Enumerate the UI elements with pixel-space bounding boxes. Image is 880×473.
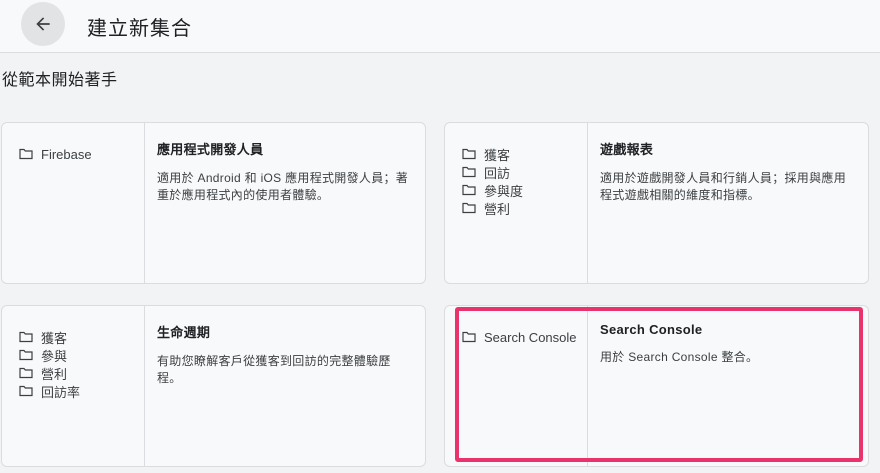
card-dimensions: Firebase: [2, 123, 145, 283]
dimension-label: 獲客: [41, 330, 68, 346]
dimension-item: 回訪: [462, 163, 587, 181]
dimension-label: 回訪率: [41, 384, 81, 400]
folder-icon: [462, 184, 476, 196]
template-card-lifecycle[interactable]: 獲客 參與 營利 回訪率 生命週期 有助您瞭解客戶從獲客到回訪的完整體驗歷程。: [1, 305, 426, 467]
folder-icon: [462, 166, 476, 178]
card-title: 應用程式開發人員: [157, 142, 264, 157]
card-dimensions: 獲客 參與 營利 回訪率: [2, 306, 145, 466]
folder-icon: [462, 148, 476, 160]
dimension-label: 營利: [41, 366, 68, 382]
card-info: 遊戲報表 適用於遊戲開發人員和行銷人員；採用與應用程式遊戲相關的維度和指標。: [588, 123, 868, 283]
dimension-item: 獲客: [462, 145, 587, 163]
dimension-item: 獲客: [19, 328, 144, 346]
app-header: 建立新集合: [0, 0, 880, 53]
folder-icon: [19, 349, 33, 361]
dimension-label: 回訪: [484, 165, 511, 181]
card-title: 遊戲報表: [600, 142, 654, 157]
card-description: 適用於 Android 和 iOS 應用程式開發人員；著重於應用程式內的使用者體…: [157, 171, 409, 202]
card-info: Search Console 用於 Search Console 整合。: [588, 306, 868, 466]
dimension-label: 參與度: [484, 183, 524, 199]
dimension-label: 參與: [41, 348, 68, 364]
template-card-gaming-report[interactable]: 獲客 回訪 參與度 營利 遊戲報表 適用於遊戲開發人員和行銷人員；採用與應用程式…: [444, 122, 869, 284]
card-dimensions: 獲客 回訪 參與度 營利: [445, 123, 588, 283]
card-title: 生命週期: [157, 325, 211, 340]
folder-icon: [19, 148, 33, 160]
arrow-back-icon: [36, 17, 50, 31]
card-info: 應用程式開發人員 適用於 Android 和 iOS 應用程式開發人員；著重於應…: [145, 123, 425, 283]
folder-icon: [19, 331, 33, 343]
template-card-firebase[interactable]: Firebase 應用程式開發人員 適用於 Android 和 iOS 應用程式…: [1, 122, 426, 284]
folder-icon: [19, 385, 33, 397]
dimension-item: 回訪率: [19, 382, 144, 400]
back-button[interactable]: [21, 2, 65, 46]
card-dimensions: Search Console: [445, 306, 588, 466]
dimension-label: 營利: [484, 201, 511, 217]
dimension-item: 營利: [462, 199, 587, 217]
card-description: 用於 Search Console 整合。: [600, 350, 759, 364]
page-title: 建立新集合: [87, 18, 192, 40]
dimension-item: Search Console: [462, 328, 587, 346]
dimension-item: 參與度: [462, 181, 587, 199]
dimension-label: Firebase: [41, 146, 92, 162]
card-description: 有助您瞭解客戶從獲客到回訪的完整體驗歷程。: [157, 354, 391, 385]
dimension-label: 獲客: [484, 147, 511, 163]
template-card-search-console[interactable]: Search Console Search Console 用於 Search …: [444, 305, 869, 467]
dimension-label: Search Console: [484, 329, 577, 345]
folder-icon: [462, 202, 476, 214]
folder-icon: [462, 331, 476, 343]
dimension-item: 營利: [19, 364, 144, 382]
section-title: 從範本開始著手: [2, 72, 118, 89]
card-title: Search Console: [600, 322, 703, 337]
card-info: 生命週期 有助您瞭解客戶從獲客到回訪的完整體驗歷程。: [145, 306, 425, 466]
dimension-item: Firebase: [19, 145, 144, 163]
dimension-item: 參與: [19, 346, 144, 364]
card-description: 適用於遊戲開發人員和行銷人員；採用與應用程式遊戲相關的維度和指標。: [600, 171, 847, 202]
folder-icon: [19, 367, 33, 379]
